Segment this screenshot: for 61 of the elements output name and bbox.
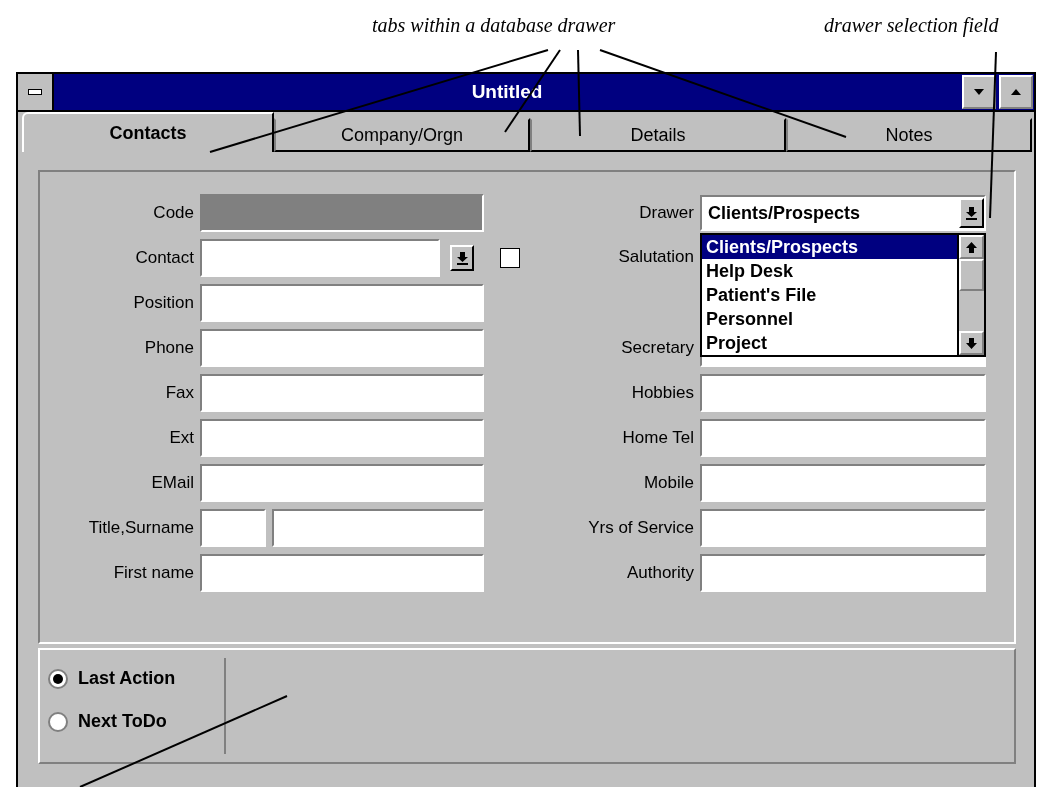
field-label: Mobile — [642, 473, 695, 493]
input-field[interactable] — [700, 374, 986, 412]
scroll-up-button[interactable] — [959, 235, 984, 259]
input-field[interactable] — [700, 464, 986, 502]
field-label: Yrs of Service — [587, 518, 695, 538]
minimize-button[interactable] — [962, 75, 996, 109]
field-label: Salutation — [617, 247, 695, 267]
tab[interactable]: Company/Orgn — [274, 118, 530, 152]
scroll-down-button[interactable] — [959, 331, 984, 355]
input-field[interactable] — [200, 239, 440, 277]
window-title: Untitled — [470, 80, 544, 104]
input-field[interactable] — [200, 284, 484, 322]
minus-icon — [28, 89, 42, 95]
maximize-button[interactable] — [999, 75, 1033, 109]
radio-option[interactable]: Last Action — [48, 668, 224, 689]
drop-down-button[interactable] — [959, 198, 984, 228]
input-field[interactable] — [200, 464, 484, 502]
surname-field[interactable] — [272, 509, 484, 547]
scroll-bar[interactable] — [957, 235, 984, 355]
field-label: Title,Surname — [87, 518, 195, 538]
drop-down-arrow-icon — [456, 251, 468, 265]
tab[interactable]: Details — [530, 118, 786, 152]
field-label: Phone — [143, 338, 195, 358]
field-label: First name — [112, 563, 195, 583]
input-field[interactable] — [200, 554, 484, 592]
field-label: Code — [152, 203, 195, 223]
field-label: Ext — [168, 428, 195, 448]
code-field[interactable] — [200, 194, 484, 232]
drop-down-arrow-icon — [966, 206, 977, 220]
title-field[interactable] — [200, 509, 266, 547]
arrow-down-icon — [974, 89, 984, 95]
tab[interactable]: Notes — [786, 118, 1032, 152]
arrow-down-icon — [966, 337, 977, 349]
caption: drawer selection field — [824, 14, 999, 37]
caption: tabs within a database drawer — [372, 14, 616, 37]
field-label: Position — [132, 293, 195, 313]
arrow-up-icon — [966, 241, 977, 253]
input-field[interactable] — [700, 419, 986, 457]
radio-button[interactable] — [48, 711, 68, 732]
field-label: Contact — [134, 248, 195, 268]
field-label: Fax — [164, 383, 195, 403]
list-item[interactable]: Clients/Prospects — [702, 235, 957, 259]
field-label: Authority — [625, 563, 695, 583]
input-field[interactable] — [200, 329, 484, 367]
field-label: Home Tel — [621, 428, 695, 448]
input-field[interactable] — [700, 554, 986, 592]
tab[interactable]: Contacts — [22, 112, 274, 152]
input-field[interactable] — [700, 509, 986, 547]
arrow-up-icon — [1011, 89, 1021, 95]
radio-option[interactable]: Next ToDo — [48, 711, 224, 732]
field-label: Secretary — [620, 338, 695, 358]
input-field[interactable] — [200, 374, 484, 412]
drop-down-button[interactable] — [450, 245, 474, 271]
input-field[interactable] — [200, 419, 484, 457]
radio-dot-icon — [53, 673, 63, 684]
radio-button[interactable] — [48, 668, 68, 689]
field-label: Drawer — [638, 203, 695, 223]
field-label: Hobbies — [630, 383, 695, 403]
field-label: EMail — [150, 473, 195, 493]
system-menu-button[interactable] — [18, 74, 54, 110]
checkbox[interactable] — [500, 248, 520, 268]
